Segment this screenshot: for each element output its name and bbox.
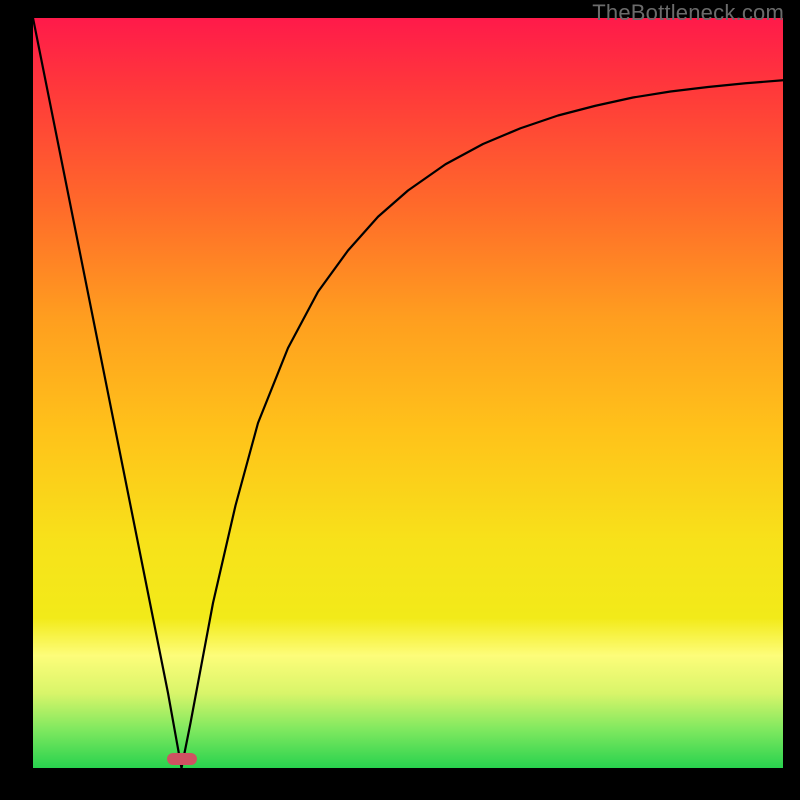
curve-svg: [33, 18, 783, 768]
optimal-marker: [167, 753, 197, 765]
plot-area: [33, 18, 783, 768]
watermark-text: TheBottleneck.com: [592, 0, 784, 26]
chart-frame: TheBottleneck.com: [0, 0, 800, 800]
